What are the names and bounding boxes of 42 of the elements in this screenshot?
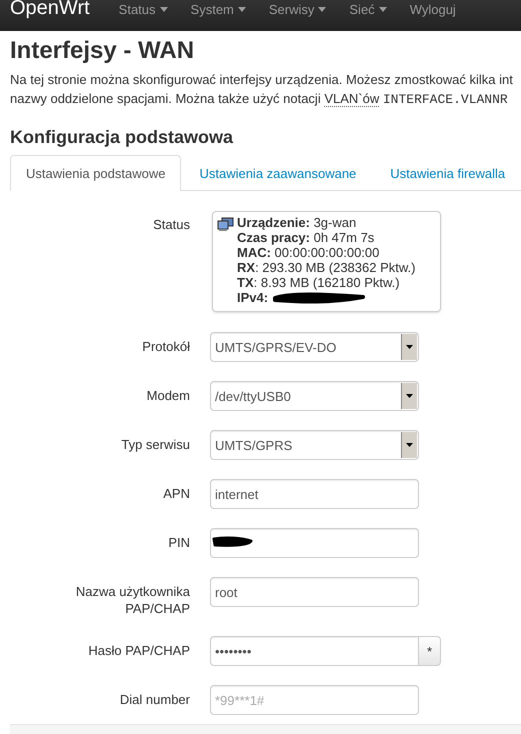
field-label: Protokół <box>141 338 190 355</box>
dropdown-arrow-icon <box>406 394 413 398</box>
field-label: Status <box>152 216 190 234</box>
field-label: Typ serwisu <box>120 436 190 453</box>
input-field[interactable]: root <box>210 577 419 607</box>
select-field[interactable]: /dev/ttyUSB0 <box>210 381 419 411</box>
network-icon <box>217 217 234 231</box>
tab[interactable]: Ustawienia podstawowe <box>10 155 182 191</box>
section-title: Konfiguracja podstawowa <box>10 126 234 148</box>
status-text: Urządzenie: 3g-wan <box>237 215 356 230</box>
field-label: PIN <box>167 534 190 551</box>
select-field[interactable]: UMTS/GPRS/EV-DO <box>210 332 419 362</box>
nav-menu[interactable]: System <box>190 2 246 17</box>
field-label: Modem <box>146 387 190 404</box>
nav-menu[interactable]: Wyloguj <box>410 2 456 17</box>
input-field[interactable]: internet <box>210 479 419 509</box>
page-title: Interfejsy - WAN <box>10 37 194 65</box>
status-text: Czas pracy: 0h 47m 7s <box>237 230 374 245</box>
intro-text: Na tej stronie można skonfigurować interfejsy urządzenia. Możesz zmostkować kilka int <box>10 71 513 89</box>
select-field[interactable]: UMTS/GPRS <box>210 430 419 460</box>
reveal-password-button[interactable]: * <box>419 636 441 666</box>
status-text: RX: 293.30 MB (238362 Pktw.) <box>237 260 416 275</box>
tab[interactable]: Ustawienia zaawansowane <box>183 155 372 191</box>
status-text: IPv4: <box>237 290 268 305</box>
nav-menu[interactable]: Status <box>118 2 168 17</box>
intro-text: nazwy oddzielone spacjami. Można także użyć notacji VLAN`ów INTERFACE.VLANNR <box>10 90 508 109</box>
input-field[interactable] <box>210 528 419 558</box>
field-label: Dial number <box>118 691 190 708</box>
password-field[interactable]: •••••••• <box>210 636 419 666</box>
vlan-link[interactable]: VLAN`ów <box>324 91 380 107</box>
tab[interactable]: Ustawienia firewalla <box>374 155 521 191</box>
status-text: MAC: 00:00:00:00:00:00 <box>237 245 380 260</box>
dropdown-arrow-icon <box>406 443 413 447</box>
dropdown-arrow-icon <box>406 345 413 349</box>
field-label: Nazwa użytkownika PAP/CHAP <box>74 583 190 617</box>
field-label: Hasło PAP/CHAP <box>87 642 190 659</box>
nav-menu[interactable]: Serwisy <box>268 2 326 17</box>
field-label: APN <box>162 485 190 502</box>
nav-menu[interactable]: Sieć <box>349 2 387 17</box>
redaction-mark <box>211 535 255 549</box>
status-text: TX: 8.93 MB (162180 Pktw.) <box>237 275 400 290</box>
brand-logo[interactable]: OpenWrt <box>10 0 90 20</box>
